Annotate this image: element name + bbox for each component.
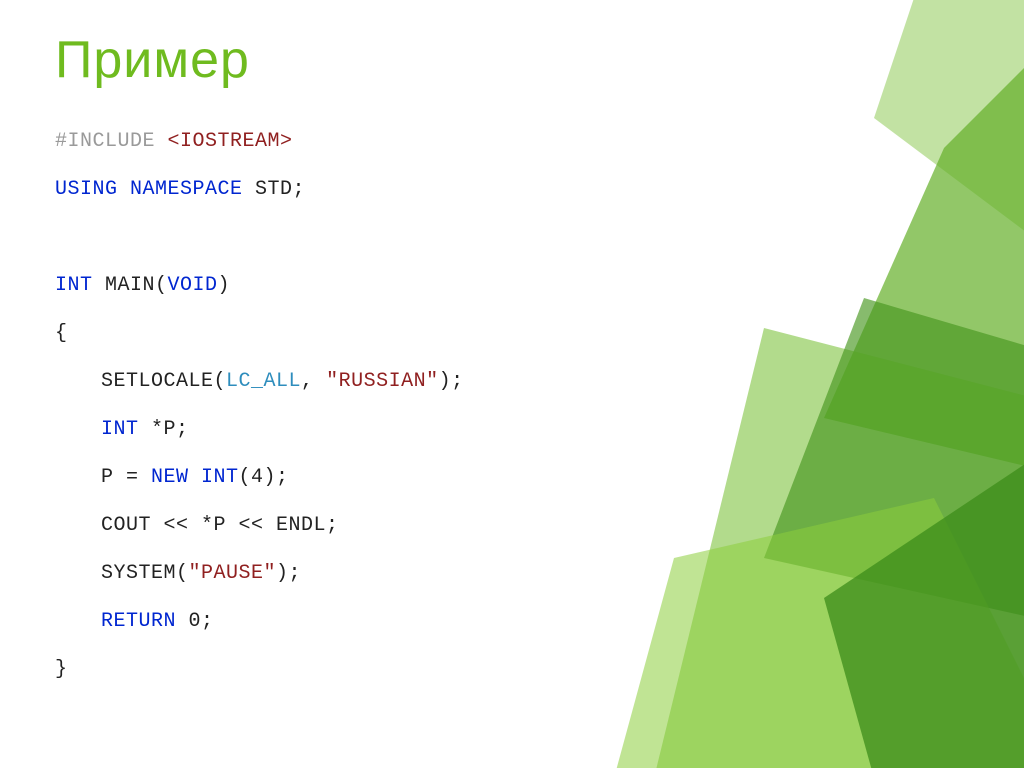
slide: Пример #include <iostream> using namespa…: [0, 0, 1024, 768]
setlocale-comma: ,: [301, 370, 326, 393]
main-text: main(: [93, 274, 168, 297]
system-call: system(: [101, 562, 189, 585]
code-line-cout: cout << *p << endl;: [55, 502, 1024, 550]
code-line-using: using namespace std;: [55, 166, 1024, 214]
code-block: #include <iostream> using namespace std;…: [55, 118, 1024, 694]
new-keyword: new: [151, 466, 189, 489]
code-line-blank: [55, 214, 1024, 262]
slide-title: Пример: [55, 30, 1024, 90]
return-value: 0;: [176, 610, 214, 633]
setlocale-end: );: [439, 370, 464, 393]
string-russian: "Russian": [326, 370, 439, 393]
namespace-keyword: namespace: [118, 178, 256, 201]
main-close: ): [218, 274, 231, 297]
void-keyword: void: [168, 274, 218, 297]
new-rest: (4);: [239, 466, 289, 489]
code-line-include: #include <iostream>: [55, 118, 1024, 166]
code-line-system: system("pause");: [55, 550, 1024, 598]
new-int-keyword: int: [189, 466, 239, 489]
lc-all-macro: LC_ALL: [226, 370, 301, 393]
system-end: );: [276, 562, 301, 585]
code-line-brace-open: {: [55, 310, 1024, 358]
setlocale-call: setlocale(: [101, 370, 226, 393]
p-assign: p =: [101, 466, 151, 489]
int-keyword-2: int: [101, 418, 139, 441]
code-line-brace-close: }: [55, 646, 1024, 694]
using-keyword: using: [55, 178, 118, 201]
code-line-main: int main(void): [55, 262, 1024, 310]
return-keyword: return: [101, 610, 176, 633]
string-pause: "pause": [189, 562, 277, 585]
include-header: <iostream>: [168, 130, 293, 153]
code-line-new: p = new int(4);: [55, 454, 1024, 502]
include-directive: #include: [55, 130, 168, 153]
std-text: std;: [255, 178, 305, 201]
ptr-declaration: *p;: [139, 418, 189, 441]
code-line-ptr-decl: int *p;: [55, 406, 1024, 454]
cout-statement: cout << *p << endl;: [55, 502, 339, 550]
int-keyword: int: [55, 274, 93, 297]
code-line-setlocale: setlocale(LC_ALL, "Russian");: [55, 358, 1024, 406]
code-line-return: return 0;: [55, 598, 1024, 646]
